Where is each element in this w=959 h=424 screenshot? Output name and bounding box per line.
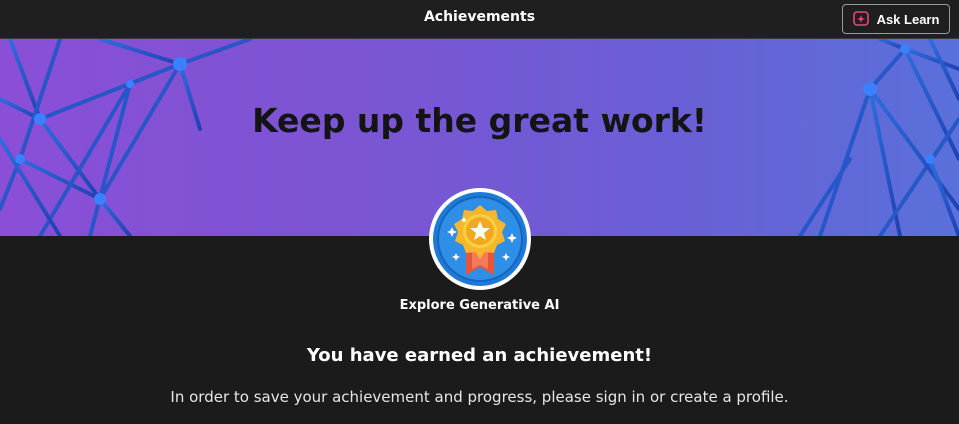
achievement-name: Explore Generative AI [399,298,560,313]
ask-learn-label: Ask Learn [876,11,940,27]
award-medal-icon [429,188,531,290]
earned-heading: You have earned an achievement! [306,345,653,366]
top-bar: Achievements Ask Learn [0,0,959,39]
sign-in-message: In order to save your achievement and pr… [170,388,789,406]
ask-learn-button[interactable]: Ask Learn [842,4,950,34]
hero-heading: Keep up the great work! [252,101,707,140]
page-title: Achievements [423,9,536,25]
sparkle-chat-icon [852,11,869,27]
achievement-badge [428,187,532,291]
